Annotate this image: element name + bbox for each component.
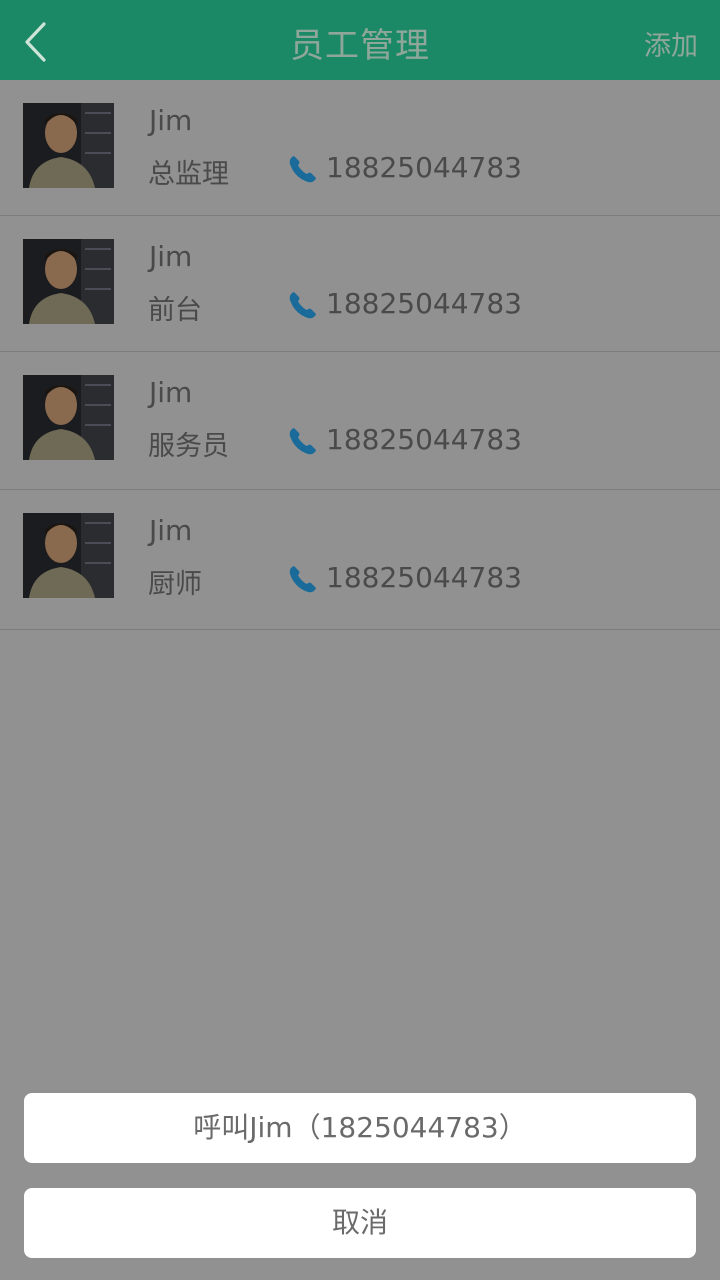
employee-role: 服务员 <box>148 431 229 462</box>
employee-name: Jim <box>149 376 193 409</box>
page-title: 员工管理 <box>290 26 430 66</box>
top-bar: 员工管理 添加 <box>0 0 720 80</box>
employee-phone[interactable]: 18825044783 <box>326 151 522 184</box>
employee-role: 前台 <box>148 295 202 326</box>
cancel-button[interactable]: 取消 <box>24 1188 696 1258</box>
employee-role: 总监理 <box>148 159 229 190</box>
employee-name: Jim <box>149 240 193 273</box>
employee-list: Jim 总监理 18825044783 Jim 前台 18825044783 J… <box>0 80 720 630</box>
avatar <box>23 103 114 188</box>
avatar <box>23 239 114 324</box>
employee-row[interactable]: Jim 总监理 18825044783 <box>0 80 720 216</box>
phone-icon[interactable] <box>288 290 318 320</box>
employee-name: Jim <box>149 514 193 547</box>
phone-icon[interactable] <box>288 154 318 184</box>
phone-icon[interactable] <box>288 426 318 456</box>
avatar <box>23 375 114 460</box>
employee-name: Jim <box>149 104 193 137</box>
employee-phone[interactable]: 18825044783 <box>326 287 522 320</box>
call-button[interactable]: 呼叫Jim（1825044783） <box>24 1093 696 1163</box>
employee-phone[interactable]: 18825044783 <box>326 561 522 594</box>
employee-row[interactable]: Jim 前台 18825044783 <box>0 216 720 352</box>
add-button[interactable]: 添加 <box>644 24 698 63</box>
employee-phone[interactable]: 18825044783 <box>326 423 522 456</box>
phone-icon[interactable] <box>288 564 318 594</box>
avatar <box>23 513 114 598</box>
employee-row[interactable]: Jim 厨师 18825044783 <box>0 490 720 630</box>
employee-role: 厨师 <box>148 569 202 600</box>
employee-row[interactable]: Jim 服务员 18825044783 <box>0 352 720 490</box>
